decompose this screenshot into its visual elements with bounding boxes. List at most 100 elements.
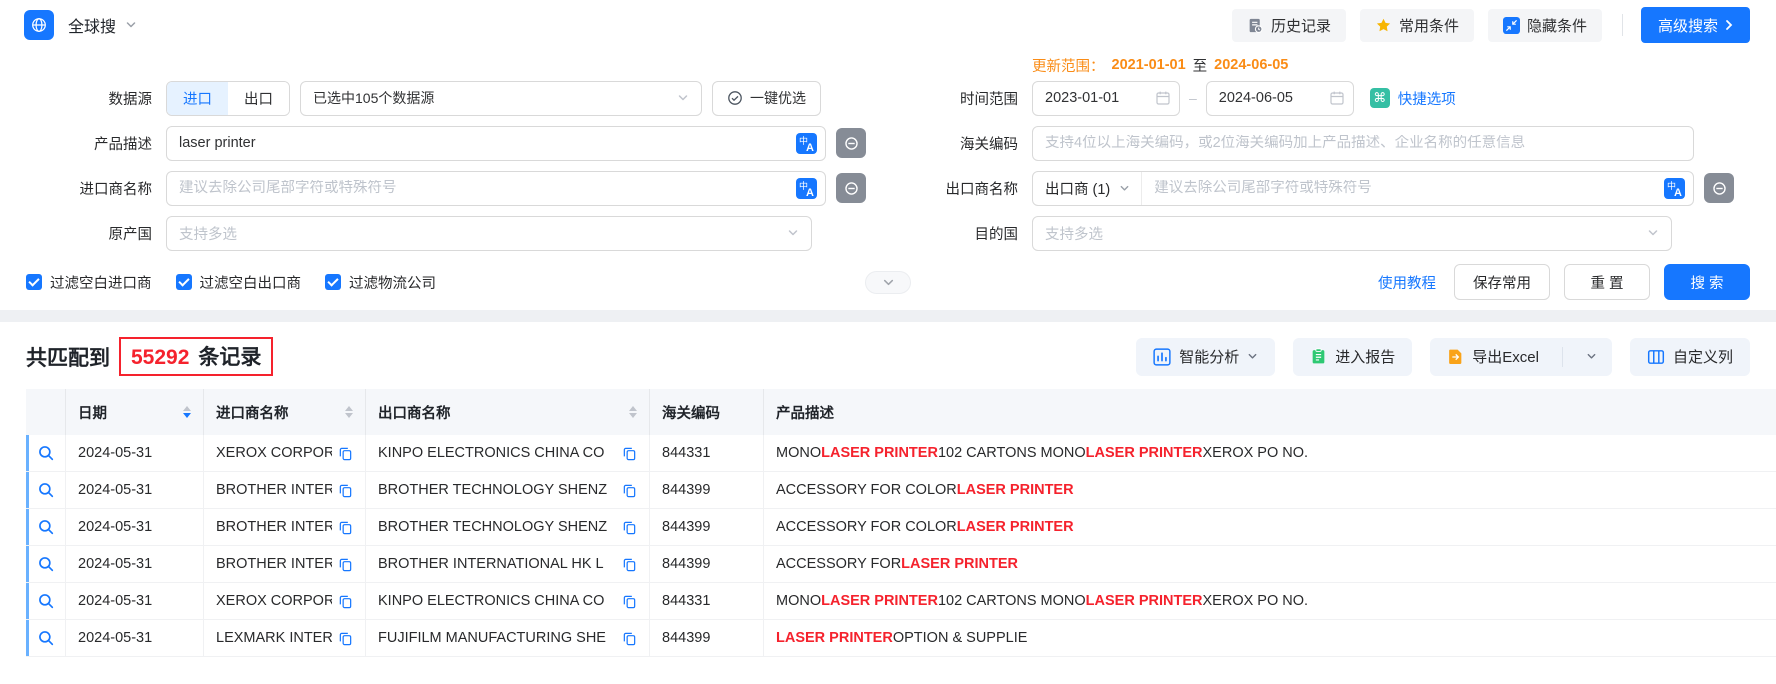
start-date-input[interactable]: 2023-01-01 xyxy=(1032,81,1180,116)
tutorial-link[interactable]: 使用教程 xyxy=(1378,272,1436,293)
save-condition-button[interactable]: 保存常用 xyxy=(1454,264,1550,300)
magnifier-icon[interactable] xyxy=(37,592,55,610)
desc-highlight: LASER PRINTER xyxy=(957,519,1074,535)
translate-icon[interactable]: 中A xyxy=(1664,178,1685,199)
origin-country-row: 原产国 支持多选 xyxy=(26,215,922,251)
row-importer-cell: XEROX CORPORA xyxy=(204,435,366,471)
row-date: 2024-05-31 xyxy=(66,620,204,656)
desc-highlight: LASER PRINTER xyxy=(821,593,938,609)
copy-icon[interactable] xyxy=(622,446,637,461)
translate-icon[interactable]: 中A xyxy=(796,178,817,199)
copy-icon[interactable] xyxy=(338,594,353,609)
sort-icons[interactable] xyxy=(345,406,353,418)
exclude-exporter-button[interactable] xyxy=(1704,173,1734,203)
data-source-select[interactable]: 已选中105个数据源 xyxy=(300,81,702,116)
sort-icons[interactable] xyxy=(183,406,191,418)
copy-icon[interactable] xyxy=(338,520,353,535)
exporter-input[interactable] xyxy=(1154,180,1656,196)
exclude-importer-button[interactable] xyxy=(836,173,866,203)
date-range-separator: – xyxy=(1189,90,1197,106)
copy-icon[interactable] xyxy=(338,631,353,646)
filter-logistics-label: 过滤物流公司 xyxy=(349,272,436,293)
copy-icon[interactable] xyxy=(622,594,637,609)
enter-report-button[interactable]: 进入报告 xyxy=(1293,338,1412,376)
origin-country-label: 原产国 xyxy=(26,223,166,244)
desc-text: OPTION & SUPPLIE xyxy=(893,630,1028,646)
reset-button[interactable]: 重 置 xyxy=(1564,264,1650,300)
filter-blank-importer-checkbox[interactable]: 过滤空白进口商 xyxy=(26,272,152,293)
history-button[interactable]: 历史记录 xyxy=(1232,9,1346,42)
search-button[interactable]: 搜 索 xyxy=(1664,264,1750,300)
star-icon xyxy=(1375,17,1392,34)
copy-icon[interactable] xyxy=(622,557,637,572)
copy-icon[interactable] xyxy=(622,520,637,535)
quick-options-label: 快捷选项 xyxy=(1398,88,1456,109)
app-logo[interactable] xyxy=(24,10,54,40)
chevron-down-icon xyxy=(677,92,689,104)
copy-icon[interactable] xyxy=(338,483,353,498)
magnifier-icon[interactable] xyxy=(37,555,55,573)
table-body: 2024-05-31 XEROX CORPORA KINPO ELECTRONI… xyxy=(26,435,1776,657)
magnifier-icon[interactable] xyxy=(37,518,55,536)
split-divider xyxy=(1562,347,1563,367)
magnifier-icon[interactable] xyxy=(37,481,55,499)
collapse-form-button[interactable] xyxy=(865,271,911,294)
row-importer-cell: BROTHER INTERN xyxy=(204,472,366,508)
table-row: 2024-05-31 XEROX CORPORA KINPO ELECTRONI… xyxy=(26,583,1776,620)
app-switcher-chevron-icon[interactable] xyxy=(125,19,137,31)
hs-code-input[interactable] xyxy=(1045,135,1685,151)
hs-code-row: 海关编码 xyxy=(922,125,1750,161)
quick-options-link[interactable]: ⌘ 快捷选项 xyxy=(1370,88,1456,109)
row-importer-text: BROTHER INTERN xyxy=(216,519,332,535)
match-count-box: 55292 条记录 xyxy=(119,337,273,376)
start-date-value: 2023-01-01 xyxy=(1045,90,1119,106)
import-toggle[interactable]: 进口 xyxy=(167,82,228,115)
favorites-button[interactable]: 常用条件 xyxy=(1360,9,1474,42)
section-divider xyxy=(0,310,1776,322)
exporter-column-header[interactable]: 出口商名称 xyxy=(366,389,650,435)
sort-icons[interactable] xyxy=(629,406,637,418)
copy-icon[interactable] xyxy=(338,557,353,572)
update-range-to: 2024-06-05 xyxy=(1214,57,1288,73)
magnifier-icon[interactable] xyxy=(37,629,55,647)
translate-icon[interactable]: 中A xyxy=(796,133,817,154)
magnifier-icon[interactable] xyxy=(37,444,55,462)
filter-logistics-checkbox[interactable]: 过滤物流公司 xyxy=(325,272,436,293)
advanced-search-button[interactable]: 高级搜索 xyxy=(1641,7,1750,43)
export-excel-button: 导出Excel xyxy=(1430,338,1612,376)
smart-analysis-button[interactable]: 智能分析 xyxy=(1136,338,1275,376)
export-toggle[interactable]: 出口 xyxy=(228,82,289,115)
copy-icon[interactable] xyxy=(622,631,637,646)
product-desc-input[interactable] xyxy=(179,135,788,151)
date-column-header[interactable]: 日期 xyxy=(66,389,204,435)
importer-inputbox: 中A xyxy=(166,171,826,206)
row-description: MONO LASER PRINTER 102 CARTONS MONO LASE… xyxy=(764,583,1776,619)
copy-icon[interactable] xyxy=(338,446,353,461)
importer-column-header[interactable]: 进口商名称 xyxy=(204,389,366,435)
destination-select[interactable]: 支持多选 xyxy=(1032,216,1672,251)
form-right-column: 更新范围： 2021-01-01 至 2024-06-05 时间范围 2023-… xyxy=(922,54,1750,260)
custom-columns-button[interactable]: 自定义列 xyxy=(1630,338,1750,376)
row-description: MONO LASER PRINTER 102 CARTONS MONO LASE… xyxy=(764,435,1776,471)
exclude-keywords-button[interactable] xyxy=(836,128,866,158)
row-hs-code: 844399 xyxy=(650,509,764,545)
hs-code-inputbox xyxy=(1032,126,1694,161)
topbar: 全球搜 历史记录 常用条件 隐藏条件 高级搜索 xyxy=(0,0,1776,50)
one-click-optimize-label: 一键优选 xyxy=(750,88,806,108)
importer-input[interactable] xyxy=(179,180,788,196)
export-excel-main[interactable]: 导出Excel xyxy=(1430,338,1554,376)
copy-icon[interactable] xyxy=(622,483,637,498)
origin-country-select[interactable]: 支持多选 xyxy=(166,216,812,251)
hide-conditions-button[interactable]: 隐藏条件 xyxy=(1488,9,1602,42)
exporter-type-select[interactable]: 出口商 (1) xyxy=(1033,172,1142,205)
destination-label: 目的国 xyxy=(922,223,1032,244)
one-click-optimize-button[interactable]: 一键优选 xyxy=(712,81,821,116)
export-excel-label: 导出Excel xyxy=(1472,346,1539,367)
end-date-input[interactable]: 2024-06-05 xyxy=(1206,81,1354,116)
checkbox-checked-icon xyxy=(26,274,42,290)
row-hs-code: 844399 xyxy=(650,472,764,508)
row-exporter-text: KINPO ELECTRONICS CHINA CO xyxy=(378,593,604,609)
filter-blank-exporter-checkbox[interactable]: 过滤空白出口商 xyxy=(176,272,302,293)
export-options-chevron[interactable] xyxy=(1571,338,1612,376)
row-description: ACCESSORY FOR LASER PRINTER xyxy=(764,546,1776,582)
